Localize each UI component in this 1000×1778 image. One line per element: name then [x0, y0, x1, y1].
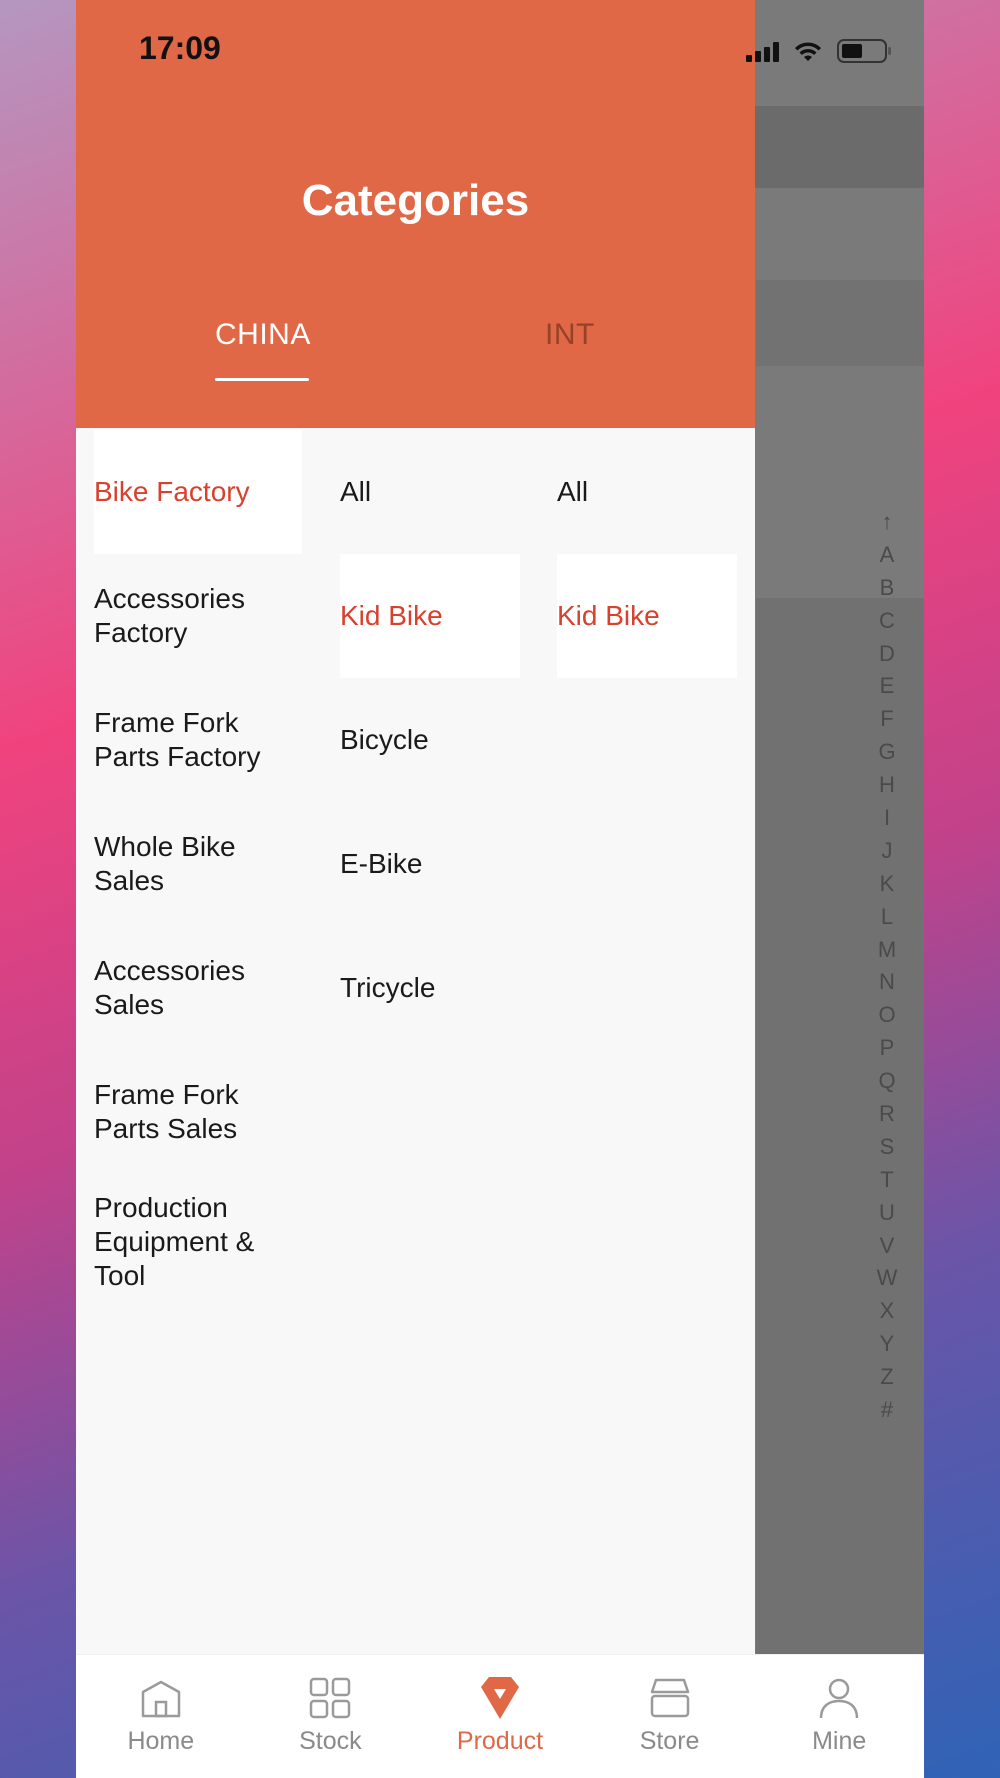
category-item-production-equipment-tool[interactable]: Production Equipment & Tool	[94, 1174, 302, 1310]
subsubcategory-label: Kid Bike	[557, 600, 660, 631]
alpha-index-letter[interactable]: H	[879, 769, 895, 802]
tabbar-home[interactable]: Home	[76, 1655, 246, 1778]
battery-icon	[837, 38, 893, 64]
subcategory-item-tricycle[interactable]: Tricycle	[340, 926, 520, 1050]
alpha-index-letter[interactable]: Z	[880, 1361, 893, 1394]
store-icon	[647, 1675, 693, 1721]
category-label: Accessories Sales	[94, 955, 245, 1020]
alpha-index-letter[interactable]: F	[880, 703, 893, 736]
alpha-index-letter[interactable]: C	[879, 605, 895, 638]
grid-icon	[307, 1675, 353, 1721]
alpha-index-letter[interactable]: W	[877, 1262, 898, 1295]
category-label: Accessories Factory	[94, 583, 245, 648]
tabbar-label: Store	[639, 1727, 700, 1755]
alpha-index-letter[interactable]: Y	[880, 1328, 895, 1361]
category-item-whole-bike-sales[interactable]: Whole Bike Sales	[94, 802, 302, 926]
alpha-index-letter[interactable]: S	[880, 1131, 895, 1164]
tab-china[interactable]: CHINA	[215, 318, 311, 352]
alpha-index-letter[interactable]: M	[878, 934, 896, 967]
status-time: 17:09	[139, 30, 221, 66]
category-item-accessories-sales[interactable]: Accessories Sales	[94, 926, 302, 1050]
alpha-index-letter[interactable]: A	[880, 539, 895, 572]
drawer-title: Categories	[301, 176, 530, 225]
category-label: Bike Factory	[94, 476, 250, 507]
alpha-index-letter[interactable]: #	[881, 1394, 893, 1427]
category-list-level2: All Kid Bike Bicycle E-Bike Tricycle	[340, 430, 520, 1050]
subcategory-label: All	[340, 476, 372, 507]
alpha-index-letter[interactable]: L	[881, 901, 893, 934]
tabbar-label: Product	[456, 1727, 544, 1755]
wifi-icon	[793, 40, 823, 62]
subcategory-label: E-Bike	[340, 848, 423, 879]
category-list-level3: All Kid Bike	[557, 430, 737, 678]
category-item-bike-factory[interactable]: Bike Factory	[94, 430, 302, 554]
phone-screen: ↑ A B C D E F G H I J K L M N O P Q R S …	[76, 0, 924, 1778]
subcategory-label: Kid Bike	[340, 600, 443, 631]
alpha-index-letter[interactable]: P	[880, 1032, 895, 1065]
status-icons	[746, 38, 893, 64]
category-label: Frame Fork Parts Factory	[94, 707, 261, 772]
subcategory-item-all[interactable]: All	[340, 430, 520, 554]
alpha-index-letter[interactable]: D	[879, 638, 895, 671]
subcategory-label: Tricycle	[340, 972, 436, 1003]
alpha-index-letter[interactable]: V	[880, 1230, 895, 1263]
subsubcategory-item-kid-bike[interactable]: Kid Bike	[557, 554, 737, 678]
alpha-index-letter[interactable]: X	[880, 1295, 895, 1328]
categories-drawer: 17:09 Categories CHINA INT Bike Factory …	[76, 0, 755, 1654]
alpha-index-letter[interactable]: T	[880, 1164, 893, 1197]
diamond-icon	[477, 1675, 523, 1721]
bottom-tab-bar: Home Stock Product Store Mine	[76, 1654, 924, 1778]
active-tab-indicator	[215, 378, 309, 381]
category-item-accessories-factory[interactable]: Accessories Factory	[94, 554, 302, 678]
subcategory-item-bicycle[interactable]: Bicycle	[340, 678, 520, 802]
category-item-frame-fork-parts-factory[interactable]: Frame Fork Parts Factory	[94, 678, 302, 802]
person-icon	[816, 1675, 862, 1721]
alpha-index-letter[interactable]: B	[880, 572, 895, 605]
subcategory-item-kid-bike[interactable]: Kid Bike	[340, 554, 520, 678]
cellular-signal-icon	[746, 40, 779, 62]
category-label: Frame Fork Parts Sales	[94, 1079, 239, 1144]
alpha-index-letter[interactable]: N	[879, 966, 895, 999]
subcategory-label: Bicycle	[340, 724, 429, 755]
alpha-index-letter[interactable]: I	[884, 802, 890, 835]
alpha-index-letter[interactable]: U	[879, 1197, 895, 1230]
category-list-level1: Bike Factory Accessories Factory Frame F…	[94, 430, 302, 1310]
tabbar-label: Mine	[812, 1727, 867, 1755]
category-item-frame-fork-parts-sales[interactable]: Frame Fork Parts Sales	[94, 1050, 302, 1174]
alpha-index-letter[interactable]: R	[879, 1098, 895, 1131]
drawer-header: 17:09 Categories CHINA INT	[76, 0, 755, 428]
alpha-index-letter[interactable]: O	[878, 999, 895, 1032]
tabbar-stock[interactable]: Stock	[246, 1655, 416, 1778]
home-icon	[138, 1675, 184, 1721]
category-label: Production Equipment & Tool	[94, 1192, 255, 1291]
subsubcategory-item-all[interactable]: All	[557, 430, 737, 554]
alpha-index-letter[interactable]: Q	[878, 1065, 895, 1098]
alpha-index-letter[interactable]: J	[882, 835, 893, 868]
subcategory-item-e-bike[interactable]: E-Bike	[340, 802, 520, 926]
alpha-index-letter[interactable]: K	[880, 868, 895, 901]
category-label: Whole Bike Sales	[94, 831, 236, 896]
background-tab-row	[756, 280, 924, 366]
tabbar-product[interactable]: Product	[415, 1655, 585, 1778]
alpha-index-letter[interactable]: G	[878, 736, 895, 769]
alpha-index-letter[interactable]: ↑	[882, 506, 893, 539]
tabbar-label: Stock	[299, 1727, 362, 1755]
tabbar-mine[interactable]: Mine	[754, 1655, 924, 1778]
alphabet-index[interactable]: ↑ A B C D E F G H I J K L M N O P Q R S …	[864, 506, 910, 1427]
tab-int[interactable]: INT	[545, 318, 595, 352]
tabbar-label: Home	[127, 1727, 195, 1755]
subsubcategory-label: All	[557, 476, 589, 507]
alpha-index-letter[interactable]: E	[880, 670, 895, 703]
tabbar-store[interactable]: Store	[585, 1655, 755, 1778]
